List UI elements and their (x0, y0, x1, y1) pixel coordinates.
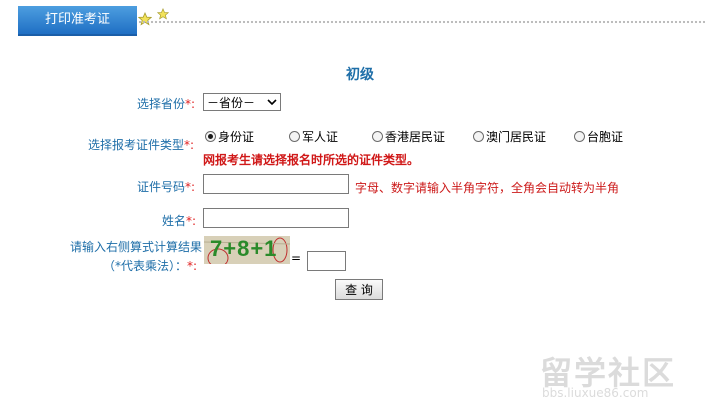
captcha-label-line2: （*代表乘法）：*: (103, 259, 198, 273)
name-input[interactable] (203, 208, 349, 228)
captcha-answer-input[interactable] (307, 251, 346, 271)
captcha-image: 7+8+1 (204, 236, 290, 264)
radio-button[interactable] (473, 131, 484, 142)
watermark-logo: 留学社区 bbs.liuxue86.com (538, 348, 698, 410)
query-button[interactable]: 查 询 (335, 279, 383, 300)
id-number-hint: 字母、数字请输入半角字符，全角会自动转为半角 (355, 181, 620, 195)
equals-sign: = (291, 251, 302, 265)
id-number-label: 证件号码*: (137, 180, 196, 194)
chevron-down-icon (267, 99, 277, 106)
province-select[interactable]: －省份－ (203, 93, 281, 111)
radio-macau-card[interactable]: 澳门居民证 (473, 128, 546, 145)
radio-military-card[interactable]: 军人证 (289, 128, 338, 145)
tab-print-admission-ticket[interactable]: 打印准考证 (18, 6, 137, 36)
id-number-input[interactable] (203, 174, 349, 194)
captcha-label-line1: 请输入右侧算式计算结果 (70, 240, 203, 254)
radio-button[interactable] (372, 131, 383, 142)
radio-button-selected[interactable] (205, 131, 216, 142)
tab-bar: 打印准考证 (0, 0, 705, 36)
id-type-warning: 网报考生请选择报名时所选的证件类型。 (203, 153, 420, 167)
province-label: 选择省份*: (137, 97, 196, 111)
province-selected-value: －省份－ (207, 96, 256, 110)
dotted-divider (138, 20, 705, 24)
captcha-expression: 7+8+1 (210, 236, 278, 261)
star-icon (157, 8, 169, 20)
name-label: 姓名*: (162, 214, 197, 228)
radio-taiwan-card[interactable]: 台胞证 (574, 128, 623, 145)
tab-label: 打印准考证 (44, 12, 110, 27)
radio-button[interactable] (574, 131, 585, 142)
page-title: 初级 (346, 67, 374, 83)
radio-id-card[interactable]: 身份证 (205, 128, 254, 145)
id-type-label: 选择报考证件类型*: (88, 138, 195, 152)
radio-hongkong-card[interactable]: 香港居民证 (372, 128, 445, 145)
watermark-url: bbs.liuxue86.com (542, 386, 649, 400)
radio-button[interactable] (289, 131, 300, 142)
